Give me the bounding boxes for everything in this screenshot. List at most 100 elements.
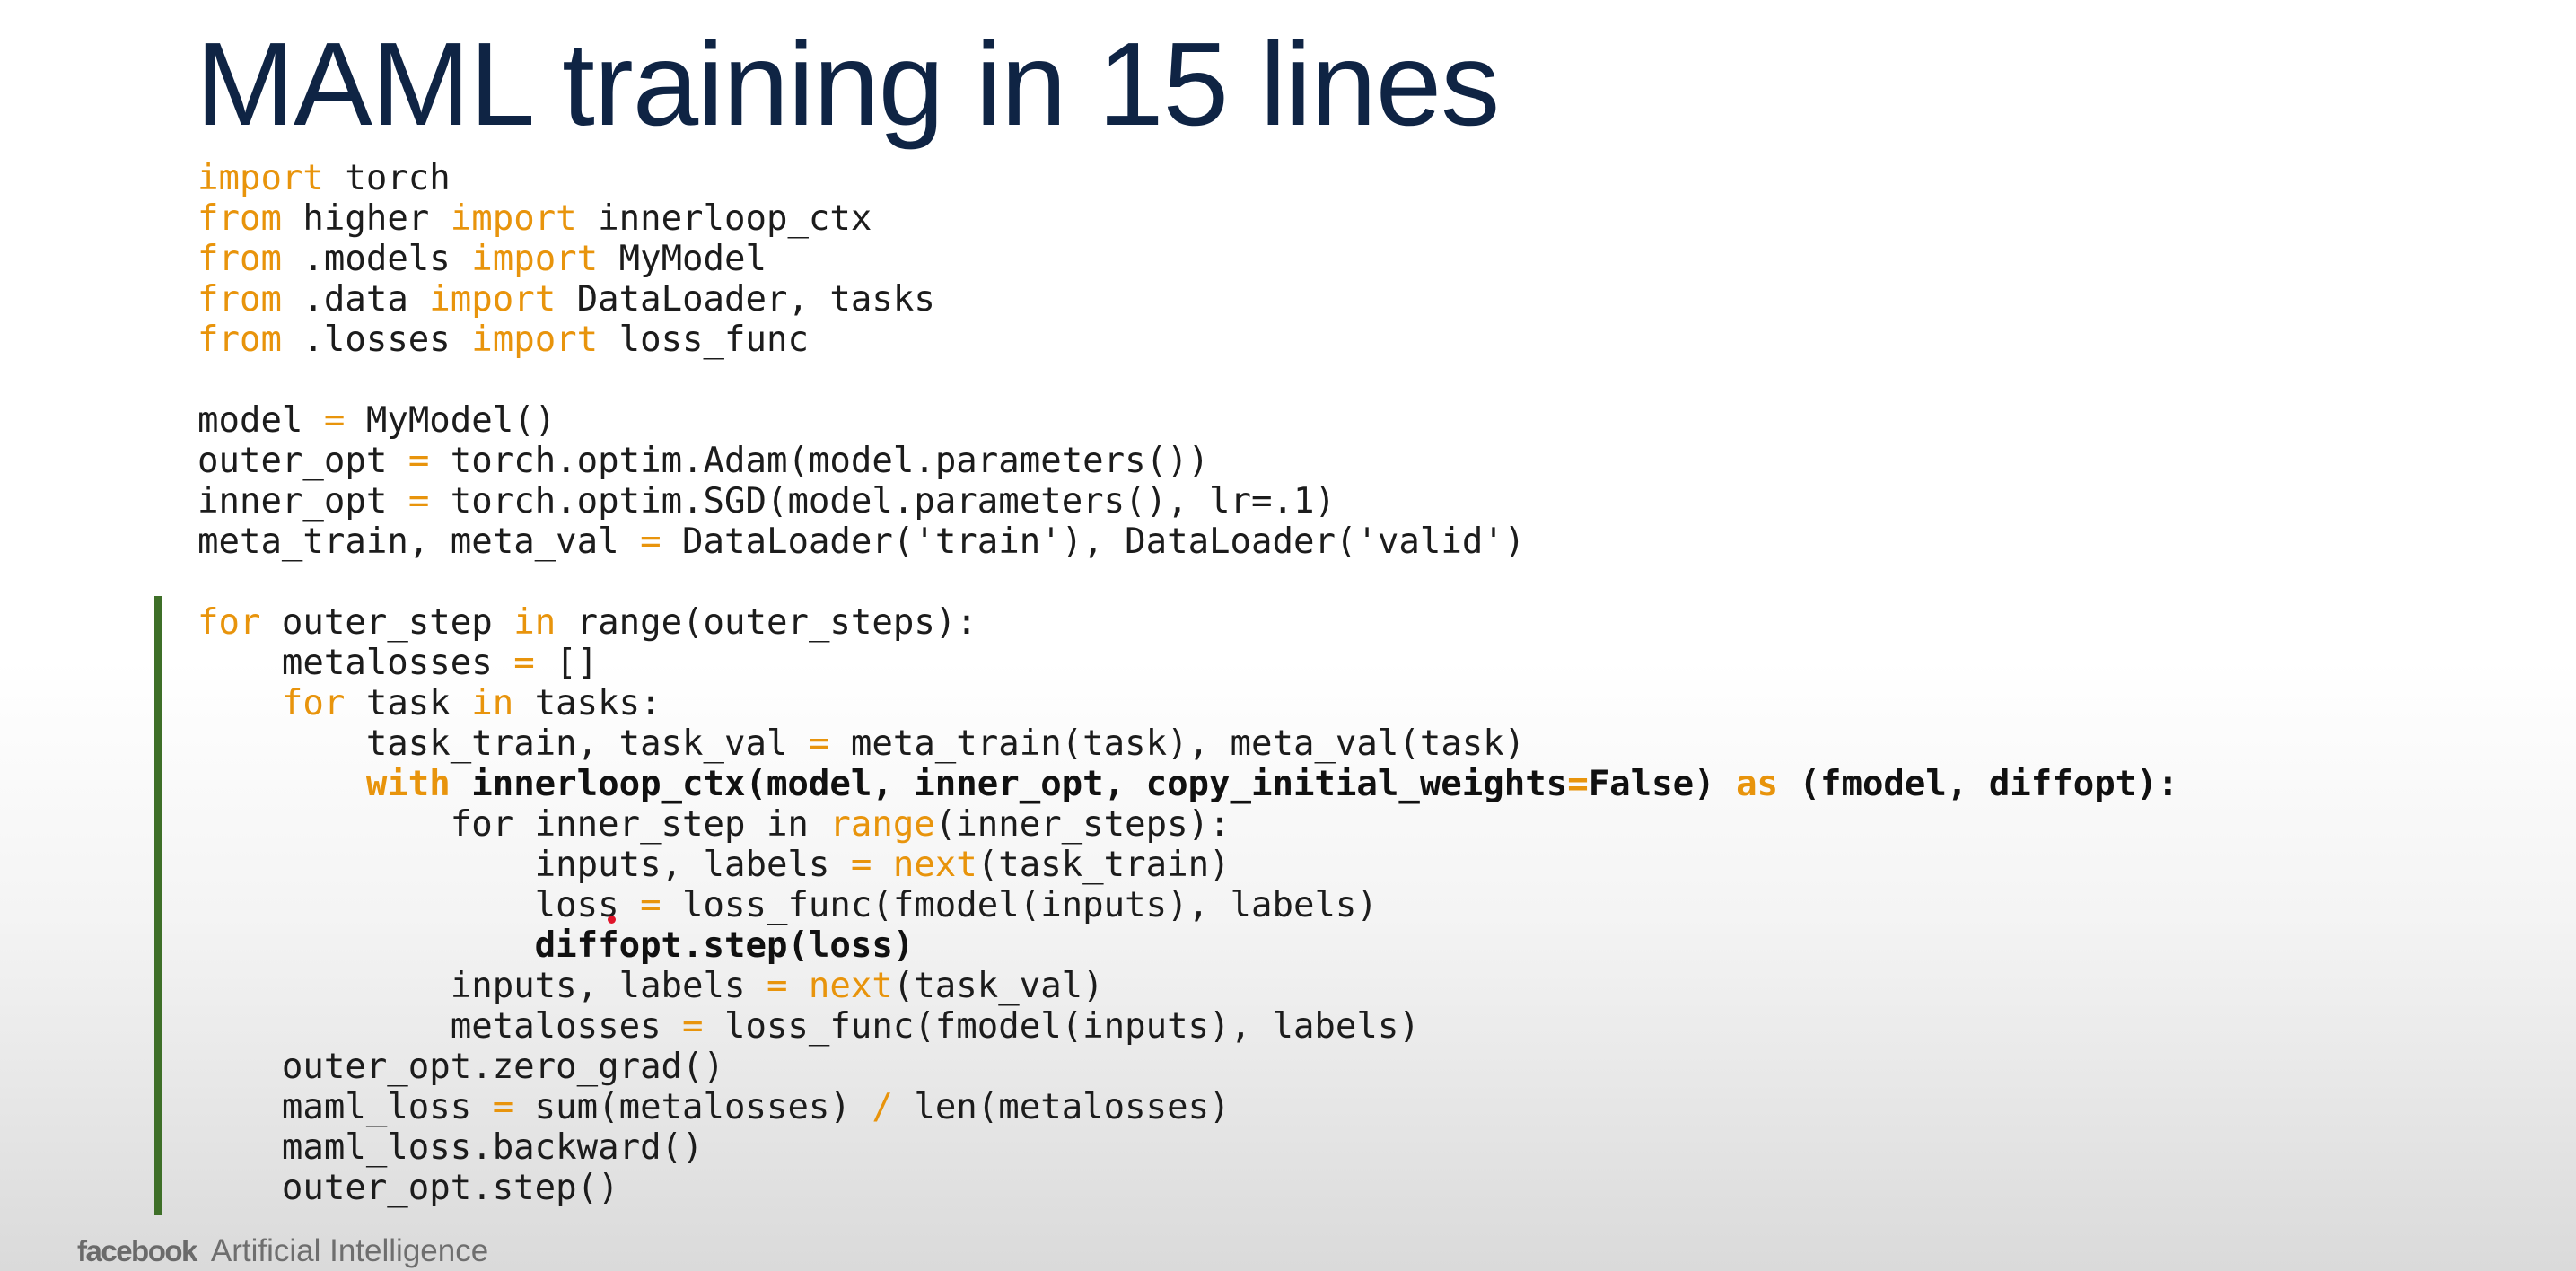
- code-keyword: from: [197, 320, 282, 360]
- code-line: loss = loss_func(fmodel(inputs), labels): [197, 885, 2178, 925]
- code-text: maml_loss: [281, 1087, 493, 1127]
- code-text: range(outer_steps):: [556, 602, 977, 643]
- code-text: model: [197, 400, 324, 441]
- code-keyword: range: [829, 804, 935, 845]
- code-line: inputs, labels = next(task_val): [197, 966, 2178, 1006]
- code-keyword: =: [850, 845, 872, 885]
- code-keyword: =: [407, 441, 430, 481]
- code-line: with innerloop_ctx(model, inner_opt, cop…: [197, 764, 2178, 804]
- footer-label: Artificial Intelligence: [210, 1233, 489, 1268]
- code-text: task: [345, 683, 472, 723]
- code-line: from .losses import loss_func: [197, 320, 2178, 360]
- code-text: meta_train(task), meta_val(task): [829, 723, 1526, 764]
- footer-branding: facebook Artificial Intelligence: [77, 1232, 488, 1271]
- code-text: outer_step: [260, 602, 514, 643]
- code-text: diffopt.step(loss): [534, 925, 915, 966]
- code-keyword: from: [197, 239, 282, 279]
- code-keyword: as: [1736, 764, 1779, 804]
- code-line: import torch: [197, 158, 2178, 198]
- code-keyword: from: [197, 198, 282, 239]
- code-keyword: with: [365, 764, 451, 804]
- code-keyword: =: [492, 1087, 514, 1127]
- code-line: task_train, task_val = meta_train(task),…: [197, 723, 2178, 764]
- code-text: DataLoader('train'), DataLoader('valid'): [661, 522, 1526, 562]
- laser-pointer-dot-icon: [608, 916, 616, 924]
- code-keyword: import: [429, 279, 556, 320]
- code-keyword: =: [640, 885, 662, 925]
- code-keyword: in: [513, 602, 556, 643]
- code-keyword: import: [197, 158, 324, 198]
- code-line: for inner_step in range(inner_steps):: [197, 804, 2178, 845]
- code-keyword: =: [808, 723, 830, 764]
- code-text: metalosses: [450, 1006, 683, 1047]
- code-text: inputs, labels: [534, 845, 851, 885]
- code-text: meta_train, meta_val: [197, 522, 641, 562]
- code-line: for task in tasks:: [197, 683, 2178, 723]
- code-text: tasks:: [513, 683, 662, 723]
- code-keyword: import: [471, 239, 599, 279]
- code-text: outer_opt: [197, 441, 408, 481]
- code-text: inputs, labels: [450, 966, 767, 1006]
- code-line: diffopt.step(loss): [197, 925, 2178, 966]
- code-text: len(metalosses): [892, 1087, 1231, 1127]
- code-text: for inner_step in: [450, 804, 830, 845]
- code-text: metalosses: [281, 643, 514, 683]
- facebook-logo-icon: facebook: [77, 1234, 197, 1267]
- code-line: metalosses = []: [197, 643, 2178, 683]
- code-line: inner_opt = torch.optim.SGD(model.parame…: [197, 481, 2178, 522]
- code-text: MyModel: [598, 239, 767, 279]
- code-text: loss_func(fmodel(inputs), labels): [661, 885, 1378, 925]
- code-line: outer_opt.step(): [197, 1168, 2178, 1208]
- code-line: maml_loss = sum(metalosses) / len(metalo…: [197, 1087, 2178, 1127]
- code-text: innerloop_ctx: [576, 198, 872, 239]
- code-text: torch.optim.SGD(model.parameters(), lr=.…: [429, 481, 1336, 522]
- code-keyword: =: [407, 481, 430, 522]
- code-keyword: =: [682, 1006, 704, 1047]
- code-keyword: =: [766, 966, 788, 1006]
- code-keyword: for: [281, 683, 346, 723]
- code-line: for outer_step in range(outer_steps):: [197, 602, 2178, 643]
- code-text: innerloop_ctx(model, inner_opt, copy_ini…: [450, 764, 1568, 804]
- code-line: inputs, labels = next(task_train): [197, 845, 2178, 885]
- code-line: meta_train, meta_val = DataLoader('train…: [197, 522, 2178, 562]
- code-text: loss_func: [598, 320, 809, 360]
- slide-title: MAML training in 15 lines: [196, 18, 1500, 150]
- code-keyword: =: [1567, 764, 1589, 804]
- code-text: .losses: [281, 320, 472, 360]
- code-line: from higher import innerloop_ctx: [197, 198, 2178, 239]
- code-line: model = MyModel(): [197, 400, 2178, 441]
- code-line: maml_loss.backward(): [197, 1127, 2178, 1168]
- code-line: outer_opt = torch.optim.Adam(model.param…: [197, 441, 2178, 481]
- code-text: outer_opt.zero_grad(): [281, 1047, 724, 1087]
- code-text: .models: [281, 239, 472, 279]
- code-keyword: from: [197, 279, 282, 320]
- code-keyword: for: [197, 602, 261, 643]
- slide: MAML training in 15 lines import torch fr…: [0, 0, 2576, 1271]
- code-text: DataLoader, tasks: [556, 279, 935, 320]
- code-keyword: import: [450, 198, 577, 239]
- code-keyword: next: [808, 966, 893, 1006]
- code-text: False): [1588, 764, 1737, 804]
- code-line: metalosses = loss_func(fmodel(inputs), l…: [197, 1006, 2178, 1047]
- code-keyword: =: [640, 522, 662, 562]
- code-line: outer_opt.zero_grad(): [197, 1047, 2178, 1087]
- code-line: from .models import MyModel: [197, 239, 2178, 279]
- code-text: outer_opt.step(): [281, 1168, 619, 1208]
- code-keyword: =: [513, 643, 535, 683]
- code-text: (task_train): [977, 845, 1231, 885]
- code-text: (inner_steps):: [934, 804, 1231, 845]
- loop-accent-bar: [154, 596, 162, 1215]
- code-text: torch.optim.Adam(model.parameters()): [429, 441, 1210, 481]
- code-block: import torch from higher import innerloop…: [197, 158, 2178, 1208]
- code-text: maml_loss.backward(): [281, 1127, 704, 1168]
- code-text: (fmodel, diffopt):: [1778, 764, 2179, 804]
- code-text: .data: [281, 279, 430, 320]
- code-text: loss: [534, 885, 641, 925]
- code-text: (task_val): [892, 966, 1104, 1006]
- code-text: inner_opt: [197, 481, 408, 522]
- code-line: from .data import DataLoader, tasks: [197, 279, 2178, 320]
